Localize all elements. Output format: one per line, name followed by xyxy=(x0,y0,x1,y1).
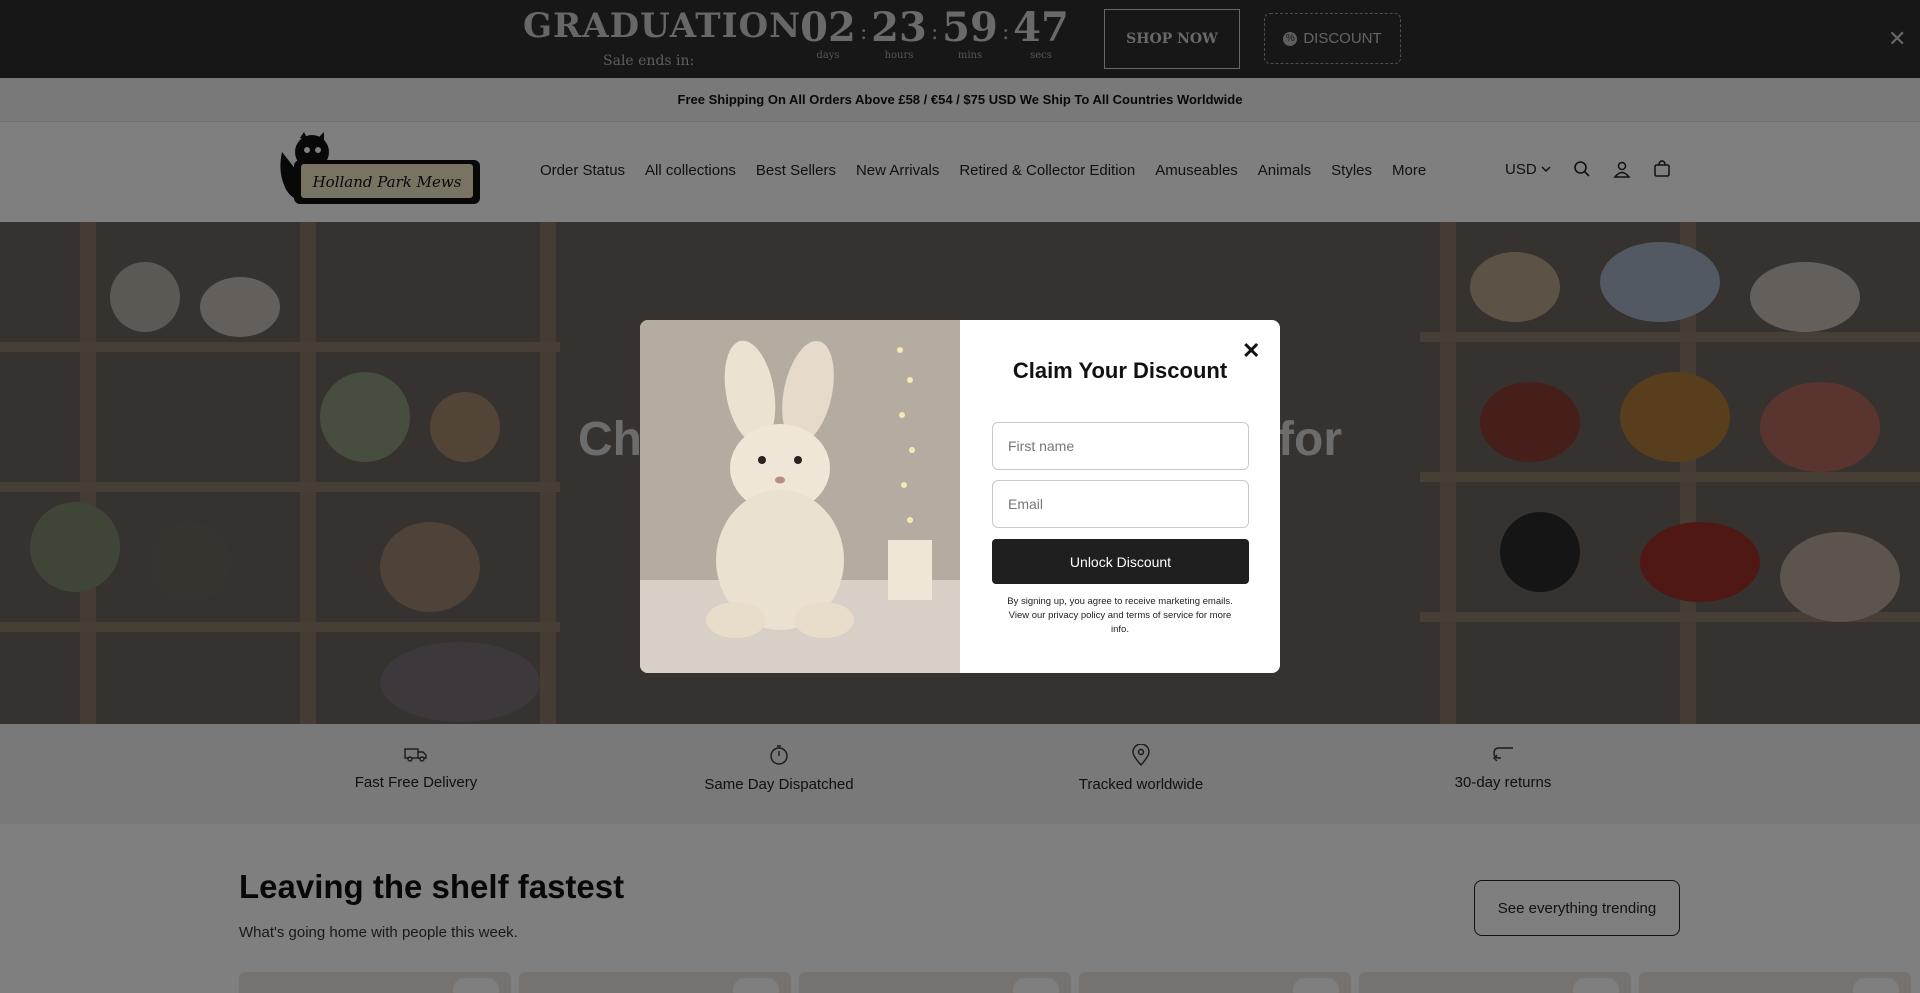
bunny-image xyxy=(640,320,960,673)
modal-title: Claim Your Discount xyxy=(1012,358,1228,383)
terms-text: By signing up, you agree to receive mark… xyxy=(1007,596,1233,635)
modal-form: ✕ Claim Your Discount Unlock Discount By… xyxy=(960,320,1280,673)
email-field[interactable] xyxy=(992,480,1249,528)
discount-modal: ✕ Claim Your Discount Unlock Discount By… xyxy=(640,320,1280,673)
first-name-field[interactable] xyxy=(992,422,1249,470)
unlock-discount-button[interactable]: Unlock Discount xyxy=(992,539,1249,584)
